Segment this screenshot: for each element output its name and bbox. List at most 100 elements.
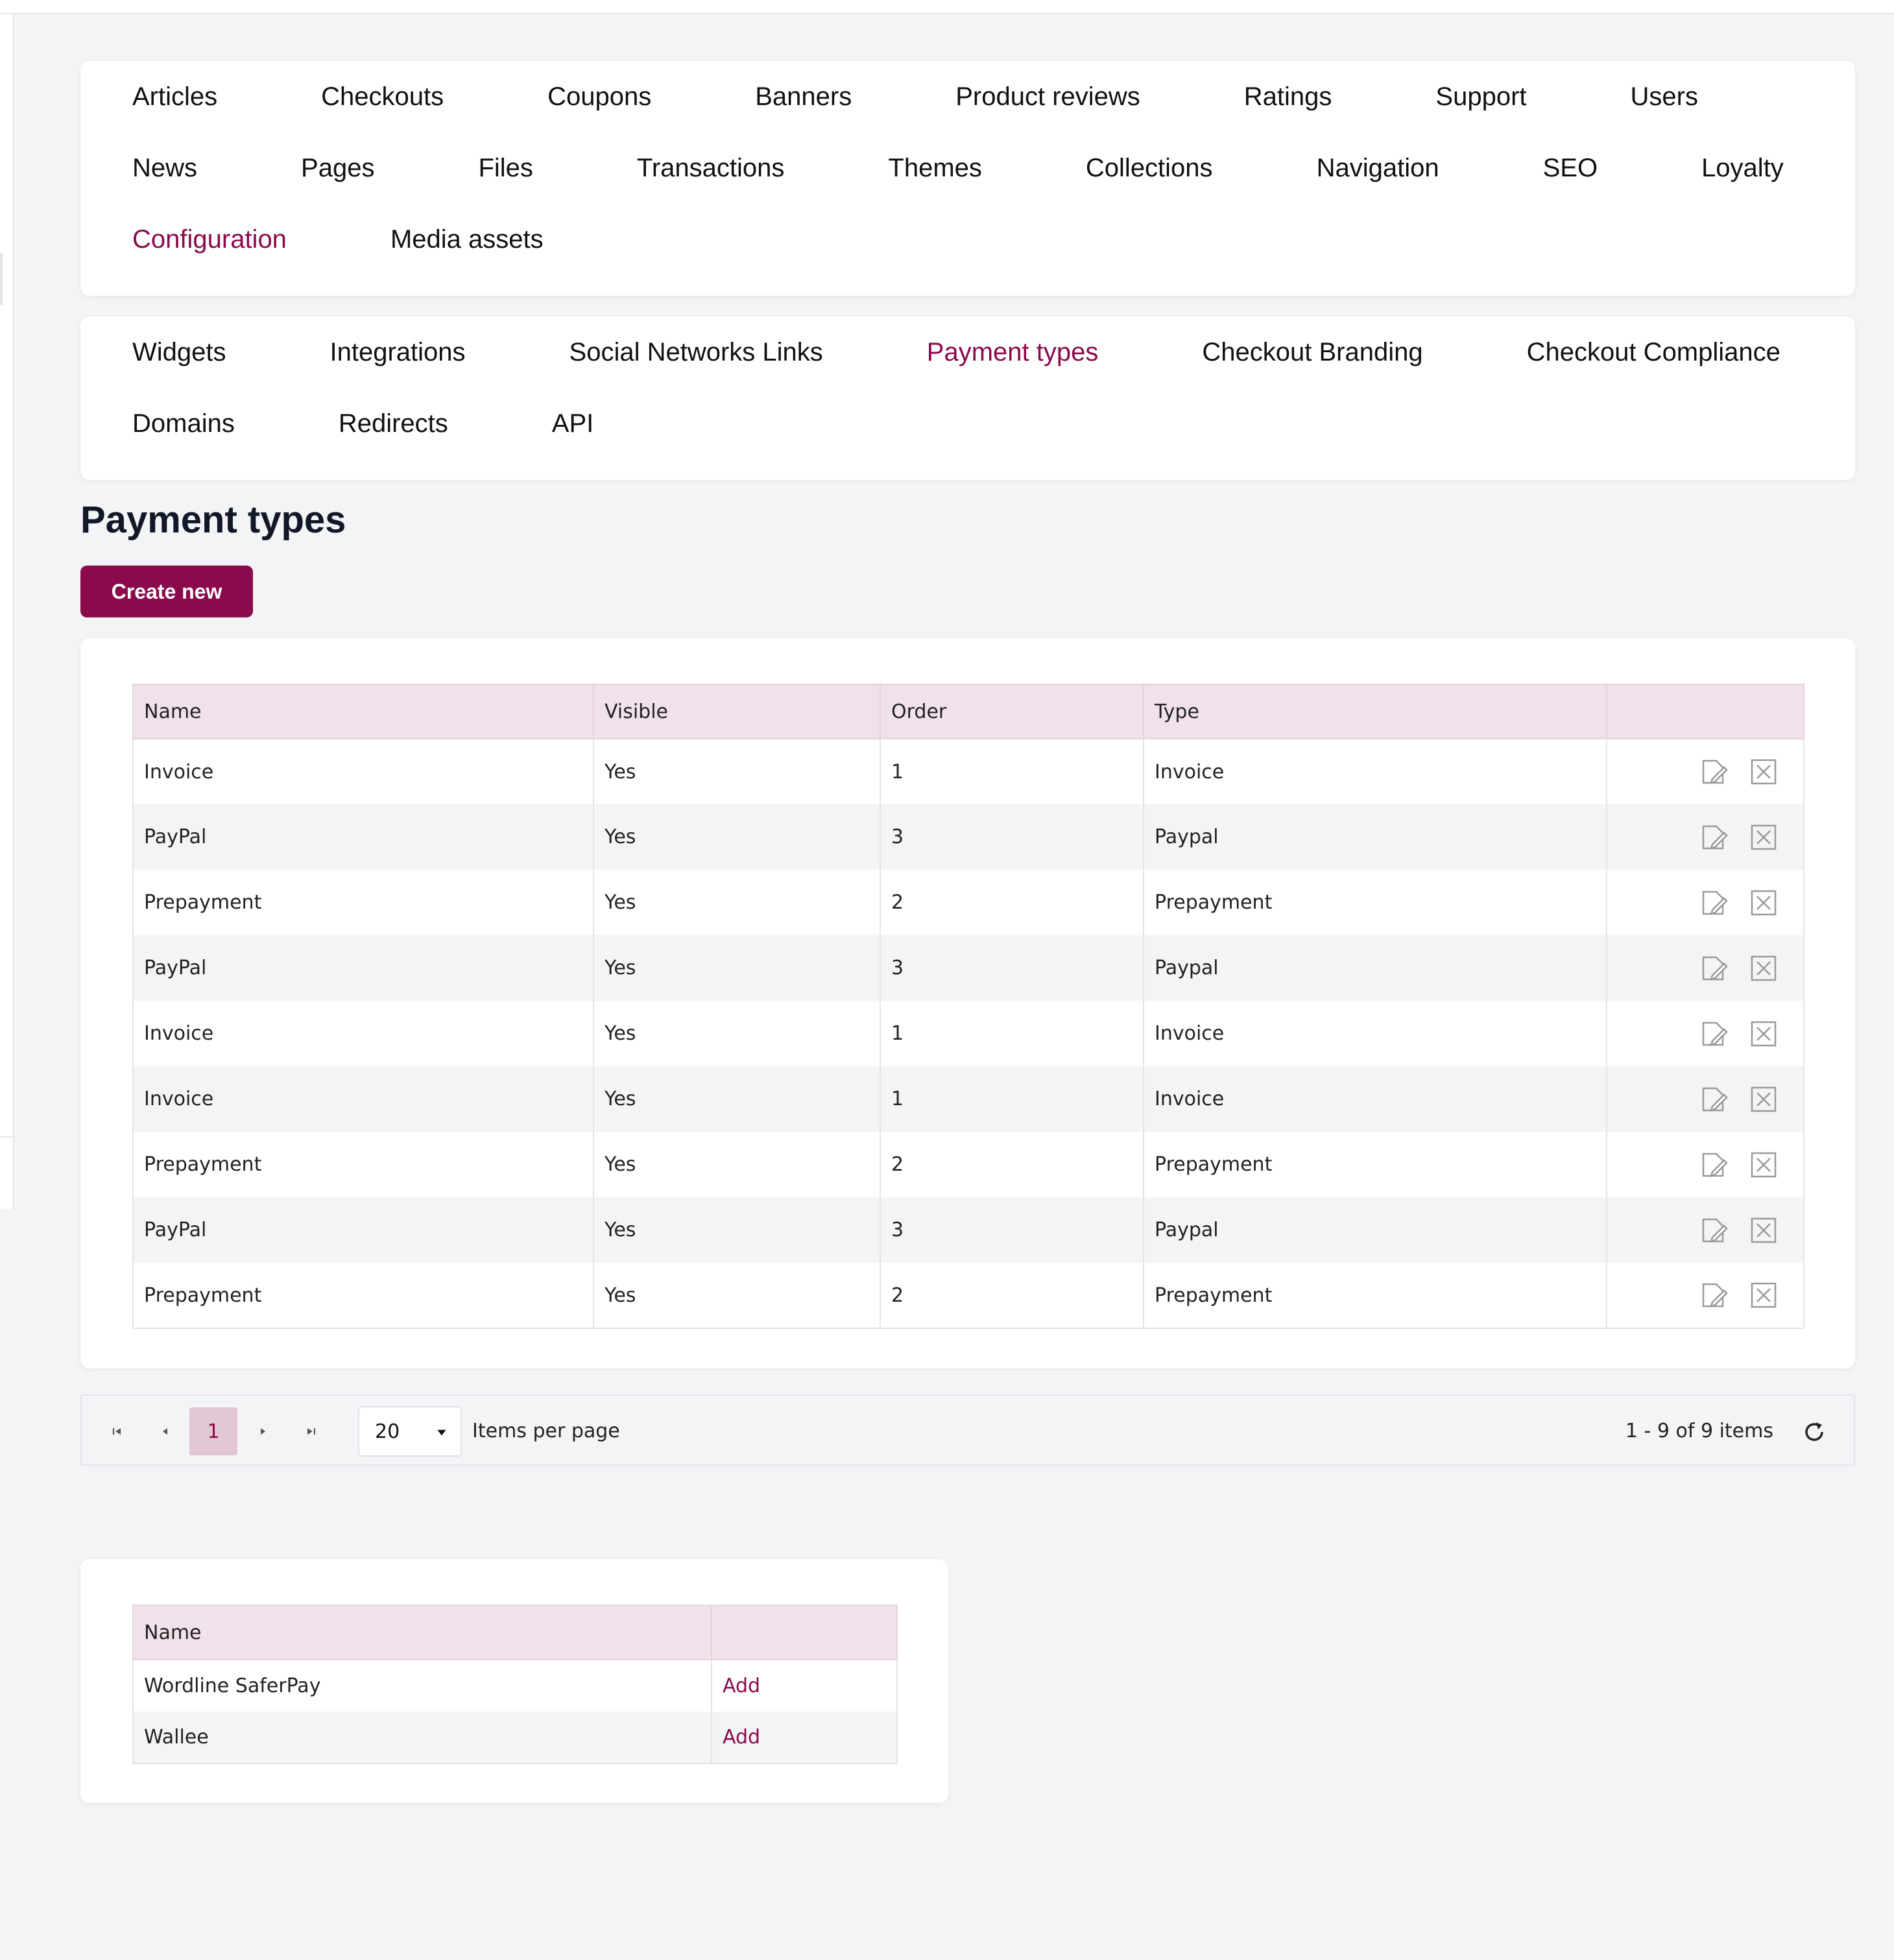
sub-nav: Widgets Integrations Social Networks Links… xyxy=(132,317,1803,459)
sub-nav-card: Widgets Integrations Social Networks Links… xyxy=(80,317,1855,480)
table-row: PayPal Yes 3 Paypal xyxy=(132,935,1804,1001)
payment-providers-card: Name Wordline SaferPay Add Wallee Add xyxy=(80,1559,948,1803)
table-row: Invoice Yes 1 Invoice xyxy=(132,1066,1804,1132)
add-provider-link[interactable]: Add xyxy=(723,1726,760,1749)
pager: 1 20 Items per page 1 - 9 of 9 items xyxy=(80,1394,1855,1466)
cell-name: PayPal xyxy=(132,935,594,1001)
table-header-row: Name xyxy=(132,1605,898,1660)
column-header-name[interactable]: Name xyxy=(132,684,594,739)
chevron-down-icon xyxy=(437,1429,446,1436)
nav-item-ratings[interactable]: Ratings xyxy=(1244,61,1332,132)
nav-item-news[interactable]: News xyxy=(132,132,197,204)
nav-item-checkout-compliance[interactable]: Checkout Compliance xyxy=(1527,317,1780,388)
delete-icon[interactable] xyxy=(1749,888,1779,918)
nav-item-domains[interactable]: Domains xyxy=(132,388,235,459)
cell-name: Prepayment xyxy=(132,1132,594,1197)
page-size-value: 20 xyxy=(375,1420,400,1443)
table-row: Prepayment Yes 2 Prepayment xyxy=(132,870,1804,935)
next-page-icon[interactable] xyxy=(239,1407,287,1455)
cell-order: 3 xyxy=(880,1197,1144,1263)
delete-icon[interactable] xyxy=(1749,953,1779,983)
cell-type: Invoice xyxy=(1143,1066,1607,1132)
cell-name: Prepayment xyxy=(132,870,594,935)
rail-handle[interactable] xyxy=(0,253,3,305)
table-row: Wallee Add xyxy=(132,1712,898,1764)
edit-icon[interactable] xyxy=(1698,1019,1728,1049)
top-bar xyxy=(0,0,1894,14)
column-header-order[interactable]: Order xyxy=(880,684,1144,739)
prev-page-icon[interactable] xyxy=(141,1407,189,1455)
nav-item-support[interactable]: Support xyxy=(1435,61,1526,132)
delete-icon[interactable] xyxy=(1749,1084,1779,1114)
nav-item-pages[interactable]: Pages xyxy=(301,132,374,204)
column-header-type[interactable]: Type xyxy=(1143,684,1607,739)
provider-name: Wordline SaferPay xyxy=(132,1660,712,1712)
nav-item-widgets[interactable]: Widgets xyxy=(132,317,226,388)
add-provider-link[interactable]: Add xyxy=(723,1675,760,1697)
column-header-visible[interactable]: Visible xyxy=(593,684,881,739)
edit-icon[interactable] xyxy=(1698,1084,1728,1114)
refresh-icon[interactable] xyxy=(1798,1415,1830,1448)
nav-item-banners[interactable]: Banners xyxy=(755,61,852,132)
edit-icon[interactable] xyxy=(1698,822,1728,852)
nav-item-payment-types[interactable]: Payment types xyxy=(927,317,1099,388)
table-row: Prepayment Yes 2 Prepayment xyxy=(132,1263,1804,1329)
cell-order: 1 xyxy=(880,739,1144,804)
table-row: PayPal Yes 3 Paypal xyxy=(132,804,1804,870)
rail-divider xyxy=(0,1136,14,1138)
delete-icon[interactable] xyxy=(1749,1150,1779,1180)
cell-visible: Yes xyxy=(593,804,881,870)
page-size-select[interactable]: 20 xyxy=(358,1406,462,1457)
nav-item-seo[interactable]: SEO xyxy=(1543,132,1598,204)
edit-icon[interactable] xyxy=(1698,1215,1728,1245)
nav-item-checkout-branding[interactable]: Checkout Branding xyxy=(1202,317,1422,388)
edit-icon[interactable] xyxy=(1698,1150,1728,1180)
nav-item-themes[interactable]: Themes xyxy=(888,132,982,204)
delete-icon[interactable] xyxy=(1749,757,1779,787)
table-row: Wordline SaferPay Add xyxy=(132,1660,898,1712)
nav-item-configuration[interactable]: Configuration xyxy=(132,204,287,275)
column-header-action xyxy=(711,1605,898,1660)
current-page-button[interactable]: 1 xyxy=(189,1407,237,1455)
create-new-button[interactable]: Create new xyxy=(80,566,253,617)
row-actions xyxy=(1606,1066,1804,1132)
nav-item-collections[interactable]: Collections xyxy=(1086,132,1213,204)
nav-item-articles[interactable]: Articles xyxy=(132,61,217,132)
cell-type: Invoice xyxy=(1143,739,1607,804)
nav-item-social-networks-links[interactable]: Social Networks Links xyxy=(569,317,823,388)
edit-icon[interactable] xyxy=(1698,757,1728,787)
cell-type: Prepayment xyxy=(1143,1132,1607,1197)
nav-item-checkouts[interactable]: Checkouts xyxy=(321,61,444,132)
nav-item-users[interactable]: Users xyxy=(1631,61,1698,132)
row-actions xyxy=(1606,804,1804,870)
table-header-row: Name Visible Order Type xyxy=(132,684,1804,739)
last-page-icon[interactable] xyxy=(287,1407,335,1455)
nav-item-navigation[interactable]: Navigation xyxy=(1317,132,1439,204)
row-actions xyxy=(1606,870,1804,935)
nav-item-files[interactable]: Files xyxy=(478,132,533,204)
pager-info: 1 - 9 of 9 items xyxy=(1625,1420,1773,1442)
delete-icon[interactable] xyxy=(1749,1019,1779,1049)
delete-icon[interactable] xyxy=(1749,1215,1779,1245)
nav-item-media-assets[interactable]: Media assets xyxy=(390,204,544,275)
cell-order: 3 xyxy=(880,804,1144,870)
edit-icon[interactable] xyxy=(1698,953,1728,983)
nav-item-product-reviews[interactable]: Product reviews xyxy=(955,61,1140,132)
cell-order: 1 xyxy=(880,1001,1144,1066)
delete-icon[interactable] xyxy=(1749,822,1779,852)
nav-item-redirects[interactable]: Redirects xyxy=(339,388,448,459)
column-header-name[interactable]: Name xyxy=(132,1605,712,1660)
provider-action-cell: Add xyxy=(711,1712,898,1764)
first-page-icon[interactable] xyxy=(93,1407,141,1455)
nav-item-transactions[interactable]: Transactions xyxy=(637,132,785,204)
nav-item-coupons[interactable]: Coupons xyxy=(547,61,651,132)
edit-icon[interactable] xyxy=(1698,888,1728,918)
provider-action-cell: Add xyxy=(711,1660,898,1712)
page-size-label: Items per page xyxy=(472,1420,620,1442)
delete-icon[interactable] xyxy=(1749,1280,1779,1310)
nav-item-api[interactable]: API xyxy=(552,388,593,459)
nav-item-integrations[interactable]: Integrations xyxy=(330,317,466,388)
edit-icon[interactable] xyxy=(1698,1280,1728,1310)
provider-name: Wallee xyxy=(132,1712,712,1764)
nav-item-loyalty[interactable]: Loyalty xyxy=(1701,132,1784,204)
